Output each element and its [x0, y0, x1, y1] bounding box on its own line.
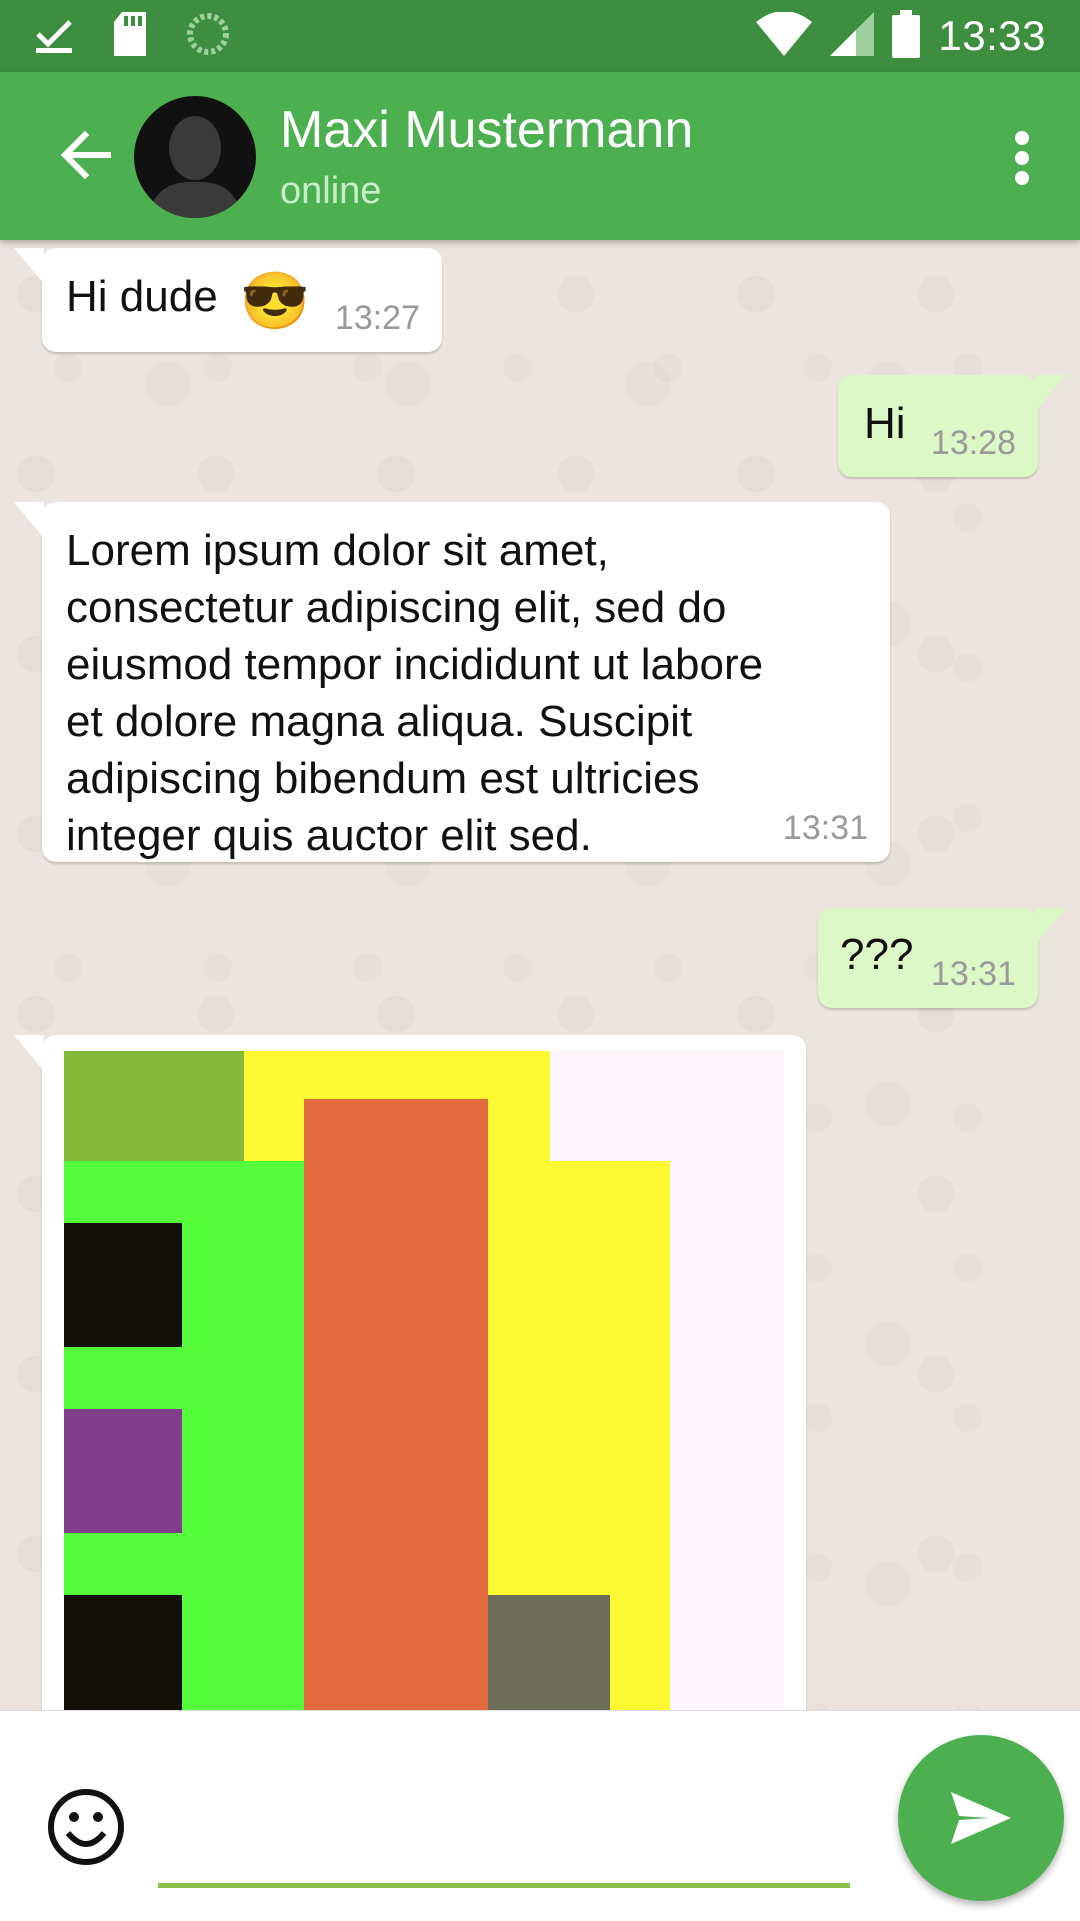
message-text: Hi	[864, 399, 906, 448]
more-vert-icon	[1015, 131, 1029, 185]
person-silhouette-icon	[148, 116, 242, 218]
image-block	[64, 1223, 182, 1347]
battery-icon	[892, 9, 921, 63]
more-options-button[interactable]	[992, 118, 1052, 198]
contact-name[interactable]: Maxi Mustermann	[280, 100, 693, 160]
cell-signal-icon	[830, 11, 875, 61]
image-block	[488, 1595, 610, 1710]
arrow-back-icon	[60, 130, 111, 180]
sd-card-icon	[112, 11, 148, 61]
emoji-button[interactable]	[46, 1787, 126, 1867]
sunglasses-emoji: 😎	[240, 269, 310, 332]
image-block	[64, 1051, 244, 1161]
back-button[interactable]	[50, 120, 120, 190]
message-text: ???	[840, 930, 914, 979]
message-list[interactable]: Hi dude 😎 13:27 Hi 13:28 Lorem ipsum dol…	[0, 240, 1080, 1710]
wifi-icon	[756, 10, 813, 61]
check-download-icon	[34, 14, 74, 59]
send-button[interactable]	[898, 1735, 1064, 1901]
message-incoming[interactable]: Hi dude 😎 13:27	[14, 248, 442, 352]
status-bar: 13:33	[0, 0, 1080, 72]
message-input[interactable]	[158, 1811, 850, 1888]
image-block	[488, 1099, 550, 1161]
composer	[0, 1710, 1080, 1921]
message-image[interactable]	[14, 1035, 806, 1710]
chat-header: Maxi Mustermann online	[0, 72, 1080, 240]
message-outgoing[interactable]: ??? 13:31	[818, 908, 1066, 1008]
status-left-icons	[34, 11, 230, 61]
status-time: 13:33	[938, 12, 1046, 59]
image-attachment[interactable]	[64, 1051, 784, 1710]
message-text: Hi dude	[66, 272, 218, 321]
status-right-icons: 13:33	[756, 9, 1046, 63]
image-block	[64, 1595, 182, 1710]
message-incoming[interactable]: Lorem ipsum dolor sit amet, consectetur …	[14, 502, 890, 862]
message-time: 13:31	[930, 955, 1016, 993]
contact-status: online	[280, 170, 382, 212]
send-icon	[951, 1792, 1011, 1844]
smiley-icon	[48, 1789, 124, 1865]
message-time: 13:27	[334, 299, 420, 337]
image-block	[304, 1099, 488, 1710]
message-text: Lorem ipsum dolor sit amet, consectetur …	[66, 526, 764, 860]
sync-spinner-icon	[186, 12, 230, 61]
image-block	[64, 1409, 182, 1533]
avatar[interactable]	[134, 96, 256, 218]
message-time: 13:28	[930, 424, 1016, 462]
message-outgoing[interactable]: Hi 13:28	[838, 375, 1066, 477]
message-time: 13:31	[782, 809, 868, 847]
